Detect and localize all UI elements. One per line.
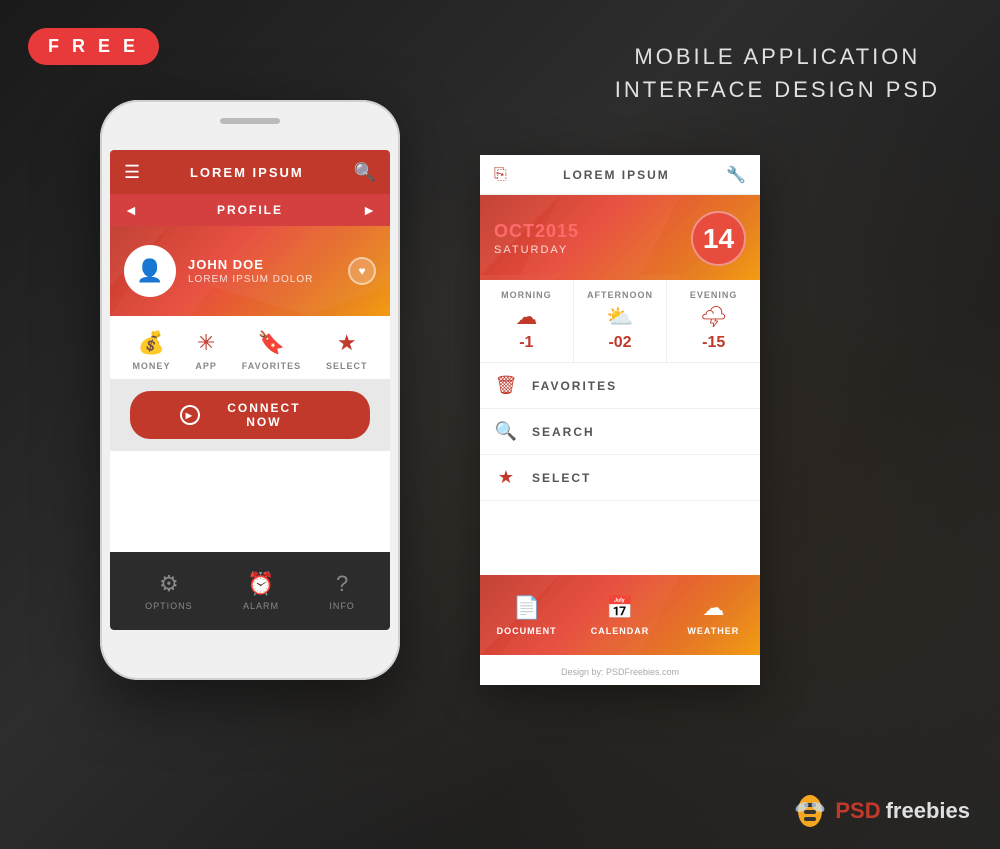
profile-info: JOHN DOE LOREM IPSUM DOLOR (188, 257, 336, 285)
weather-tab-label: WEATHER (687, 626, 739, 636)
user-name: JOHN DOE (188, 257, 336, 272)
cloud-icon-morning: ☁ (515, 304, 537, 330)
morning-label: MORNING (501, 290, 552, 300)
money-icon: 💰 (138, 330, 165, 356)
money-label: MONEY (132, 361, 170, 371)
evening-weather: EVENING 🌩 -15 (667, 280, 760, 362)
weather-tab-icon: ☁ (702, 595, 724, 621)
document-icon: 📄 (513, 595, 540, 621)
profile-nav: ◄ PROFILE ► (110, 194, 390, 226)
connect-section: ▶ CONNECT NOW (110, 379, 390, 451)
trash-icon: 🗑 (494, 375, 518, 396)
select-item[interactable]: ★ SELECT (326, 330, 368, 371)
morning-weather: MORNING ☁ -1 (480, 280, 574, 362)
phone1: ☰ LOREM IPSUM 🔍 ◄ PROFILE ► 👤 JOHN DOE L… (100, 100, 400, 680)
afternoon-weather: AFTERNOON ⛅ -02 (574, 280, 668, 362)
user-subtitle: LOREM IPSUM DOLOR (188, 274, 336, 285)
date-number: 14 (691, 211, 746, 266)
star-menu-icon: ★ (494, 467, 518, 488)
favorites-menu-item[interactable]: 🗑 FAVORITES (480, 363, 760, 409)
options-icon: ⚙ (159, 571, 179, 597)
document-tab[interactable]: 📄 DOCUMENT (480, 575, 573, 655)
options-nav-item[interactable]: ⚙ OPTIONS (145, 571, 193, 611)
calendar-tab-label: CALENDAR (591, 626, 650, 636)
star-icon: ★ (337, 330, 357, 356)
cloud-icon-evening: 🌩 (700, 304, 728, 330)
phone2-title: LOREM IPSUM (563, 168, 670, 182)
phone1-title: LOREM IPSUM (190, 165, 304, 180)
options-label: OPTIONS (145, 601, 193, 611)
next-arrow-icon[interactable]: ► (362, 202, 376, 218)
app-icon: ✳ (197, 330, 215, 356)
profile-hero: 👤 JOHN DOE LOREM IPSUM DOLOR ♥ (110, 226, 390, 316)
wrench-icon[interactable]: 🔧 (726, 165, 746, 185)
heart-button[interactable]: ♥ (348, 257, 376, 285)
favorites-menu-label: FAVORITES (532, 379, 617, 393)
psd-freebies-logo: PSD freebies (790, 791, 970, 831)
share-icon[interactable]: ⎘ (494, 166, 507, 184)
morning-temp: -1 (519, 334, 533, 352)
select-label: SELECT (326, 361, 368, 371)
app-label: APP (195, 361, 217, 371)
alarm-nav-item[interactable]: ⏰ ALARM (243, 571, 279, 611)
favorites-item[interactable]: 🔖 FAVORITES (242, 330, 301, 371)
app-item[interactable]: ✳ APP (195, 330, 217, 371)
day-name: SATURDAY (494, 244, 579, 256)
connect-button[interactable]: ▶ CONNECT NOW (130, 391, 370, 439)
date-section: OCT2015 SATURDAY 14 (480, 195, 760, 280)
alarm-icon: ⏰ (247, 571, 274, 597)
weather-tab[interactable]: ☁ WEATHER (667, 575, 760, 655)
search-menu-item[interactable]: 🔍 SEARCH (480, 409, 760, 455)
search-menu-label: SEARCH (532, 425, 595, 439)
phone1-bottom-nav: ⚙ OPTIONS ⏰ ALARM ? INFO (110, 552, 390, 630)
design-credit: Design by: PSDFreebies.com (480, 667, 760, 677)
evening-label: EVENING (690, 290, 738, 300)
select-menu-item[interactable]: ★ SELECT (480, 455, 760, 501)
connect-label: CONNECT NOW (208, 401, 320, 429)
free-badge: F R E E (28, 28, 159, 65)
heart-icon: ♥ (358, 264, 365, 278)
prev-arrow-icon[interactable]: ◄ (124, 202, 138, 218)
info-label: INFO (329, 601, 355, 611)
bee-icon (790, 791, 830, 831)
afternoon-label: AFTERNOON (587, 290, 653, 300)
info-nav-item[interactable]: ? INFO (329, 571, 355, 611)
phone1-screen: ☰ LOREM IPSUM 🔍 ◄ PROFILE ► 👤 JOHN DOE L… (110, 150, 390, 630)
calendar-tab[interactable]: 📅 CALENDAR (573, 575, 666, 655)
date-left: OCT2015 SATURDAY (494, 221, 579, 256)
money-item[interactable]: 💰 MONEY (132, 330, 170, 371)
alarm-label: ALARM (243, 601, 279, 611)
weather-section: MORNING ☁ -1 AFTERNOON ⛅ -02 EVENING 🌩 -… (480, 280, 760, 363)
hamburger-icon[interactable]: ☰ (124, 162, 140, 183)
user-icon: 👤 (136, 258, 163, 284)
evening-temp: -15 (702, 334, 725, 352)
phone2-topbar: ⎘ LOREM IPSUM 🔧 (480, 155, 760, 195)
phone2-bottom-tabs: 📄 DOCUMENT 📅 CALENDAR ☁ WEATHER (480, 575, 760, 655)
page-title: MOBILE APPLICATION INTERFACE DESIGN PSD (615, 40, 940, 106)
phone2: ⎘ LOREM IPSUM 🔧 OCT2015 SATURDAY 14 MORN… (480, 155, 760, 685)
play-icon: ▶ (180, 405, 200, 425)
freebies-text: freebies (886, 798, 970, 824)
icons-row: 💰 MONEY ✳ APP 🔖 FAVORITES ★ SELECT (110, 316, 390, 379)
search-icon[interactable]: 🔍 (354, 162, 376, 183)
calendar-icon: 📅 (606, 595, 633, 621)
month-year: OCT2015 (494, 221, 579, 242)
phone1-topbar: ☰ LOREM IPSUM 🔍 (110, 150, 390, 194)
bookmark-icon: 🔖 (258, 330, 285, 356)
document-tab-label: DOCUMENT (497, 626, 557, 636)
avatar: 👤 (124, 245, 176, 297)
search-menu-icon: 🔍 (494, 421, 518, 442)
afternoon-temp: -02 (608, 334, 631, 352)
psd-text: PSD (835, 798, 880, 824)
info-icon: ? (336, 571, 348, 597)
favorites-label: FAVORITES (242, 361, 301, 371)
select-menu-label: SELECT (532, 471, 591, 485)
profile-nav-label: PROFILE (217, 203, 283, 217)
cloud-icon-afternoon: ⛅ (606, 304, 633, 330)
